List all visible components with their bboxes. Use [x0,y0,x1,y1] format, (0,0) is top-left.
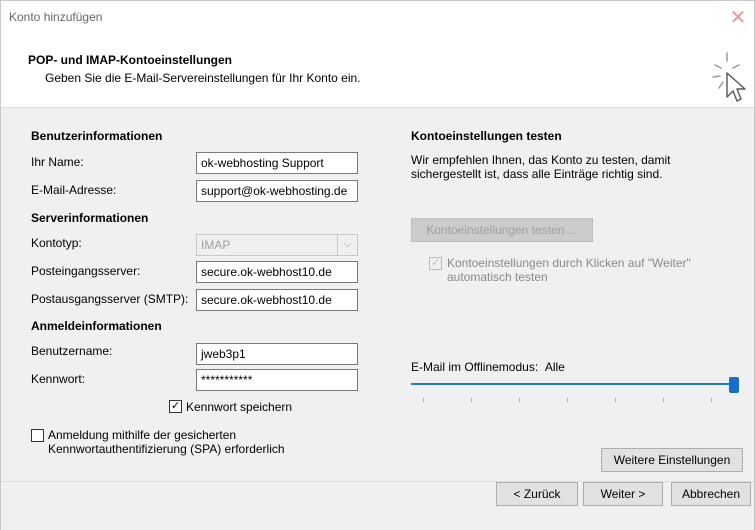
settings-panel: Benutzerinformationen Ihr Name: ok-webho… [1,107,754,481]
window-title: Konto hinzufügen [9,10,103,24]
dialog-header: POP- und IMAP-Kontoeinstellungen Geben S… [1,37,754,107]
section-login-info: Anmeldeinformationen [31,319,162,333]
header-title: POP- und IMAP-Kontoeinstellungen [28,53,232,67]
section-user-info: Benutzerinformationen [31,129,163,143]
slider-tick [519,398,520,402]
test-settings-button[interactable]: Kontoeinstellungen testen ... [411,218,593,242]
slider-tick [567,398,568,402]
auto-test-checkbox[interactable]: ✓ [429,257,442,270]
header-subtitle: Geben Sie die E-Mail-Servereinstellungen… [45,71,361,85]
close-icon[interactable]: ✕ [726,3,750,33]
section-test-settings: Kontoeinstellungen testen [411,129,562,143]
account-type-label: Kontotyp: [31,236,82,250]
username-input[interactable]: jweb3p1 [196,343,358,365]
section-server-info: Serverinformationen [31,211,149,225]
slider-tick [663,398,664,402]
auto-test-label-line2: automatisch testen [447,270,548,284]
chevron-down-icon: ⌵ [337,235,357,255]
offline-mode-caption: E-Mail im Offlinemodus: [411,360,539,374]
title-bar: Konto hinzufügen ✕ [1,1,754,37]
back-button[interactable]: < Zurück [496,482,578,506]
test-description-line1: Wir empfehlen Ihnen, das Konto zu testen… [411,153,671,167]
account-type-select: IMAP ⌵ [196,234,358,256]
outgoing-server-label: Postausgangsserver (SMTP): [31,292,189,306]
slider-tick [471,398,472,402]
spa-checkbox[interactable] [31,429,44,442]
name-label: Ihr Name: [31,155,84,169]
cancel-button[interactable]: Abbrechen [671,482,751,506]
save-password-checkbox[interactable]: ✓ [169,400,182,413]
wizard-cursor-icon [712,52,746,102]
auto-test-label-line1: Kontoeinstellungen durch Klicken auf "We… [447,256,691,270]
username-label: Benutzername: [31,344,113,358]
email-input[interactable]: support@ok-webhosting.de [196,180,358,202]
offline-slider-thumb[interactable] [729,377,739,393]
account-type-value: IMAP [201,238,231,252]
offline-mode-value: Alle [544,360,565,374]
offline-mode-label: E-Mail im Offlinemodus: Alle [411,360,565,374]
offline-slider-track[interactable] [411,383,739,385]
save-password-label: Kennwort speichern [186,400,293,414]
spa-label-line1: Anmeldung mithilfe der gesicherten [48,428,237,442]
test-description-line2: sichergestellt ist, dass alle Einträge r… [411,167,663,181]
email-label: E-Mail-Adresse: [31,183,117,197]
next-button[interactable]: Weiter > [583,482,663,506]
incoming-server-input[interactable]: secure.ok-webhost10.de [196,261,358,283]
slider-tick [615,398,616,402]
more-settings-button[interactable]: Weitere Einstellungen [601,448,743,472]
password-label: Kennwort: [31,372,86,386]
add-account-dialog: Konto hinzufügen ✕ POP- und IMAP-Kontoei… [0,0,755,530]
slider-tick [423,398,424,402]
slider-tick [711,398,712,402]
outgoing-server-input[interactable]: secure.ok-webhost10.de [196,289,358,311]
incoming-server-label: Posteingangsserver: [31,264,141,278]
password-input[interactable]: *********** [196,369,358,391]
dialog-footer: < Zurück Weiter > Abbrechen [1,481,754,530]
name-input[interactable]: ok-webhosting Support [196,152,358,174]
spa-label-line2: Kennwortauthentifizierung (SPA) erforder… [48,442,285,456]
